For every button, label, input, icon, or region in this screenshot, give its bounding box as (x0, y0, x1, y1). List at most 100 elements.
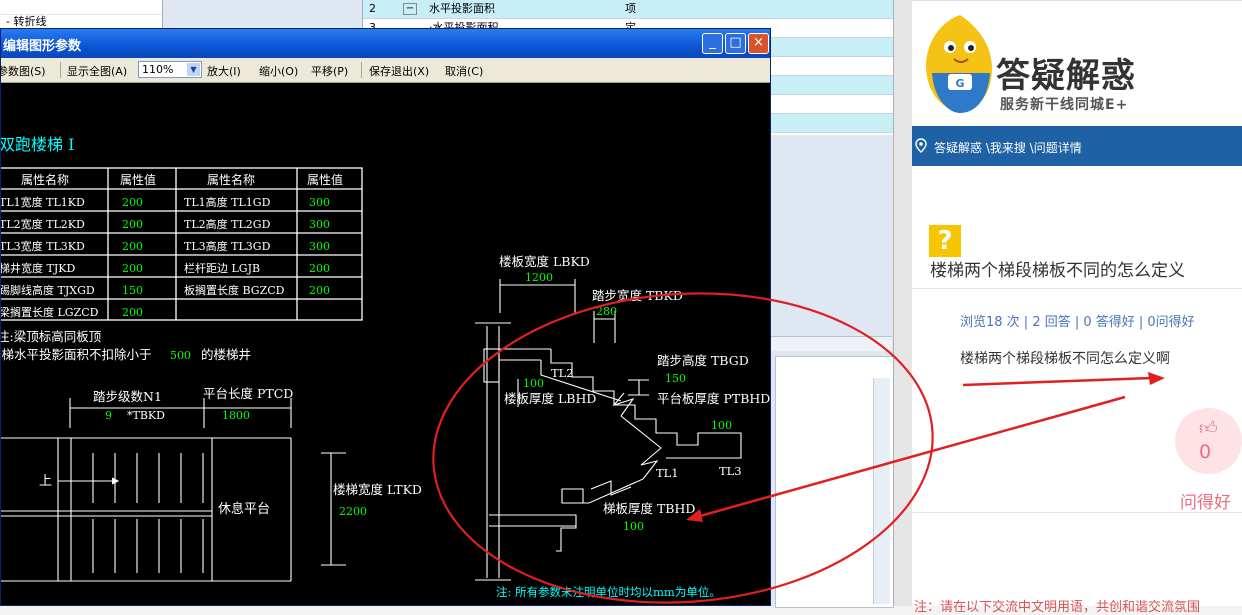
edit-parameters-dialog: 编辑图形参数 _ □ × 选择参数图(S) 显示全图(A) 110% ▼ 放大(… (0, 28, 771, 606)
plan-stair-width-value: 2200 (339, 505, 367, 518)
table-cell-value: 200 (309, 284, 330, 297)
table-cell-name: TL1高度 TL1GD (184, 195, 271, 209)
maximize-button[interactable]: □ (725, 33, 746, 54)
table-cell-value: 300 (309, 240, 330, 253)
cad-drawing-canvas[interactable]: 双跑楼梯 I 属性名称 属性值 属性名称 属性值 TL1宽度 TL1KD 200… (1, 83, 770, 605)
drawing-footer-note: 注: 所有参数未注明单位时均以mm为单位。 (496, 585, 721, 599)
question-body: 楼梯两个梯段梯板不同怎么定义啊 (960, 351, 1170, 367)
table-cell-name: TL1宽度 TL1KD (1, 195, 85, 209)
row-number: 2 (369, 2, 376, 15)
location-pin-icon (915, 138, 927, 153)
section-tread-width-value: 280 (596, 305, 617, 318)
dialog-toolbar: 选择参数图(S) 显示全图(A) 110% ▼ 放大(I) 缩小(O) 平移(P… (0, 58, 770, 83)
chevron-down-icon[interactable]: ▼ (187, 63, 200, 76)
zoom-in-button[interactable]: 放大(I) (207, 63, 241, 79)
like-label[interactable]: 问得好 (1180, 488, 1231, 513)
component-tree[interactable]: - 转折线 (0, 0, 163, 30)
divider (912, 512, 1242, 513)
window-splitter[interactable] (893, 0, 912, 606)
pan-button[interactable]: 平移(P) (311, 63, 348, 79)
section-platform-thickness-label: 平台板厚度 PTBHD (657, 391, 770, 406)
grid-row[interactable]: 2 − 水平投影面积 项 (363, 0, 893, 19)
table-header: 属性值 (120, 172, 156, 187)
stair-section-view (475, 279, 742, 581)
section-tread-height-value: 150 (665, 372, 686, 385)
stair-parameter-drawing: 双跑楼梯 I 属性名称 属性值 属性名称 属性值 TL1宽度 TL1KD 200… (1, 135, 770, 599)
table-cell-value: 150 (122, 284, 143, 297)
table-cell-value: 200 (122, 306, 143, 319)
thumbs-up-icon: 👍︎ (1199, 418, 1218, 439)
table-header: 属性值 (307, 172, 343, 187)
table-cell-value: 200 (122, 262, 143, 275)
like-count: 0 (1199, 441, 1212, 463)
question-title: 楼梯两个梯段梯板不同的怎么定义 (930, 261, 1185, 281)
collapse-icon[interactable]: − (403, 3, 417, 15)
tree-item[interactable] (0, 0, 162, 15)
section-slab-thickness-value: 100 (523, 377, 544, 390)
zoom-select[interactable]: 110% ▼ (138, 61, 202, 78)
section-tl1: TL1 (656, 466, 679, 480)
table-cell-name: TL2宽度 TL2KD (1, 217, 85, 231)
grid-cell-unit: 项 (625, 2, 636, 15)
question-mark-icon: ? (929, 225, 961, 257)
section-tl3: TL3 (719, 464, 742, 478)
table-cell-name: 栏杆距边 LGJB (184, 261, 260, 275)
section-flight-thickness-label: 梯板厚度 TBHD (603, 501, 695, 516)
note-projection-prefix: 楼梯水平投影面积不扣除小于 (1, 347, 152, 362)
table-header: 属性名称 (21, 172, 69, 187)
dialog-titlebar[interactable]: 编辑图形参数 _ □ × (1, 29, 770, 58)
drawing-heading: 双跑楼梯 I (1, 135, 74, 154)
section-slab-width-value: 1200 (525, 271, 553, 284)
plan-step-count-times: *TBKD (127, 409, 165, 422)
choose-param-image-button[interactable]: 选择参数图(S) (0, 63, 46, 79)
section-tread-height-label: 踏步高度 TBGD (657, 353, 749, 368)
section-tread-width-label: 踏步宽度 TBKD (592, 288, 683, 303)
qa-panel: G 答疑解惑 服务新干线同城E+ 答疑解惑 \我来搜 \问题详情 ? 楼梯两个梯… (912, 0, 1242, 615)
section-slab-width-label: 楼板宽度 LBKD (499, 254, 590, 269)
grid-cell-name: 水平投影面积 (429, 2, 495, 15)
table-cell-value: 200 (122, 196, 143, 209)
table-cell-name: TL3高度 TL3GD (184, 239, 271, 253)
table-cell-name: 踢脚线高度 TJXGD (1, 283, 95, 297)
zoom-out-button[interactable]: 缩小(O) (259, 63, 298, 79)
plan-up-label: 上 (39, 474, 52, 489)
table-cell-value: 300 (309, 218, 330, 231)
table-cell-value: 300 (309, 196, 330, 209)
section-slab-thickness-label: 楼板厚度 LBHD (504, 391, 596, 406)
fit-all-button[interactable]: 显示全图(A) (67, 63, 127, 79)
section-platform-thickness-value: 100 (711, 419, 732, 432)
plan-platform-length-label: 平台长度 PTCD (203, 386, 293, 401)
table-cell-name: 梯井宽度 TJKD (1, 261, 75, 275)
minimize-button[interactable]: _ (702, 33, 723, 54)
cancel-button[interactable]: 取消(C) (445, 63, 483, 79)
table-cell-value: 200 (122, 218, 143, 231)
save-exit-button[interactable]: 保存退出(X) (369, 63, 429, 79)
section-tl2: TL2 (551, 366, 574, 380)
table-cell-name: TL3宽度 TL3KD (1, 239, 85, 253)
brand-header: G 答疑解惑 服务新干线同城E+ (912, 0, 1242, 127)
toolbar-separator (60, 62, 61, 78)
breadcrumb-links[interactable]: 答疑解惑 \我来搜 \问题详情 (934, 139, 1082, 156)
plan-platform-length-value: 1800 (222, 409, 250, 422)
vertical-scrollbar[interactable] (873, 378, 890, 604)
stair-plan-view (1, 398, 346, 582)
plan-step-count-value: 9 (105, 409, 112, 422)
like-button[interactable]: 👍︎ 0 (1175, 408, 1242, 474)
note-projection-value: 500 (170, 349, 191, 362)
mascot-badge: G (955, 77, 964, 90)
table-cell-value: 200 (122, 240, 143, 253)
plan-rest-platform: 休息平台 (218, 501, 270, 517)
divider (912, 288, 1242, 289)
table-cell-name: TL2高度 TL2GD (184, 217, 271, 231)
note-beam-level: 注:梁顶标高同板顶 (1, 329, 102, 344)
dialog-title: 编辑图形参数 (3, 39, 82, 54)
close-button[interactable]: × (748, 33, 769, 54)
question-stats: 浏览18 次 | 2 回答 | 0 答得好 | 0问得好 (960, 315, 1195, 330)
plan-stair-width-label: 楼梯宽度 LTKD (333, 482, 422, 497)
zoom-value: 110% (142, 63, 174, 76)
breadcrumb: 答疑解惑 \我来搜 \问题详情 (912, 126, 1242, 166)
brand-title: 答疑解惑 (996, 56, 1136, 96)
note-projection-suffix: 的楼梯井 (201, 347, 251, 362)
brand-subtitle: 服务新干线同城E+ (1000, 97, 1129, 113)
table-cell-value: 200 (309, 262, 330, 275)
